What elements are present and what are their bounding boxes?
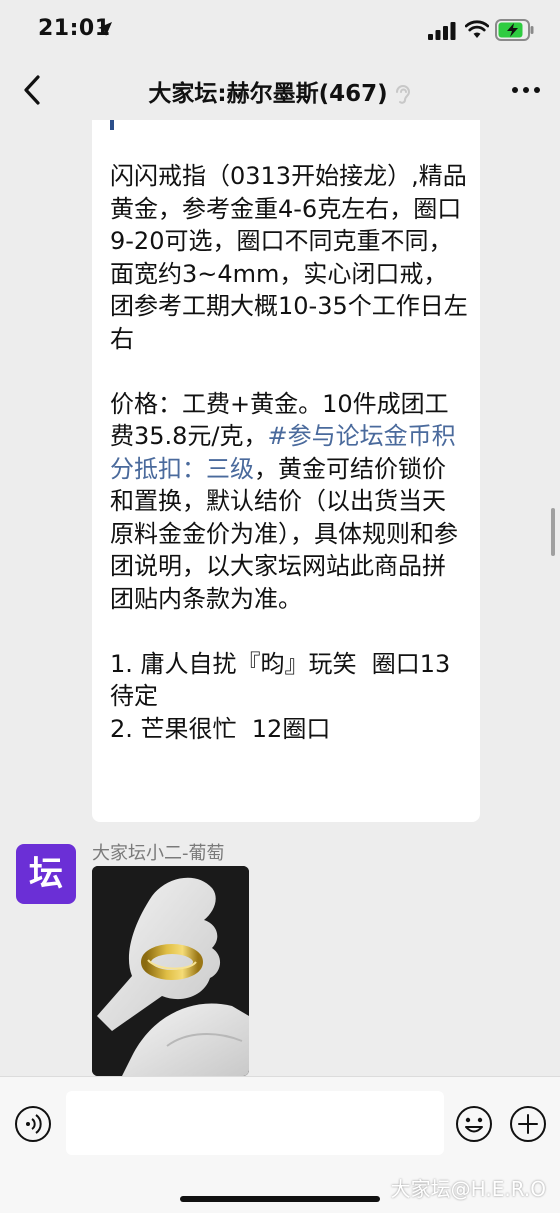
home-indicator[interactable]: [180, 1196, 380, 1202]
message-text-part1: 闪闪戒指（0313开始接龙）,精品黄金，参考金重4-6克左右，圈口9-20可选，…: [110, 162, 468, 450]
cellular-signal-icon: [428, 22, 456, 40]
chat-title: 大家坛:赫尔墨斯(467): [0, 74, 560, 108]
message-bubble[interactable]: 闪闪戒指（0313开始接龙）,精品黄金，参考金重4-6克左右，圈口9-20可选，…: [92, 120, 480, 822]
ring-photo-image: [92, 866, 249, 1076]
chat-nav-bar: 大家坛:赫尔墨斯(467): [0, 60, 560, 120]
wifi-icon: [465, 20, 489, 38]
message-text-part2: ，黄金可结价锁价和置换，默认结价（以出货当天原料金金价为准），具体规则和参团说明…: [110, 454, 458, 743]
sender-avatar[interactable]: 坛: [16, 844, 76, 904]
emoji-icon[interactable]: [455, 1105, 493, 1143]
message-text: 闪闪戒指（0313开始接龙）,精品黄金，参考金重4-6克左右，圈口9-20可选，…: [110, 160, 468, 745]
scroll-indicator[interactable]: [551, 508, 555, 556]
ear-mute-icon: [395, 84, 410, 104]
status-bar: 21:01: [0, 0, 560, 60]
plus-icon[interactable]: [509, 1105, 547, 1143]
battery-charging-icon: [495, 19, 534, 41]
watermark: 大家坛@H.E.R.O: [390, 1177, 546, 1201]
ring-photo[interactable]: [92, 866, 249, 1076]
voice-input-icon[interactable]: [14, 1105, 52, 1143]
location-arrow-icon: [98, 22, 112, 36]
more-options-icon[interactable]: [510, 78, 542, 102]
sender-name: 大家坛小二-葡萄: [92, 843, 225, 864]
chat-title-text: 大家坛:赫尔墨斯(467): [148, 81, 388, 107]
message-input[interactable]: [66, 1091, 444, 1155]
previous-content-edge: [110, 120, 114, 130]
